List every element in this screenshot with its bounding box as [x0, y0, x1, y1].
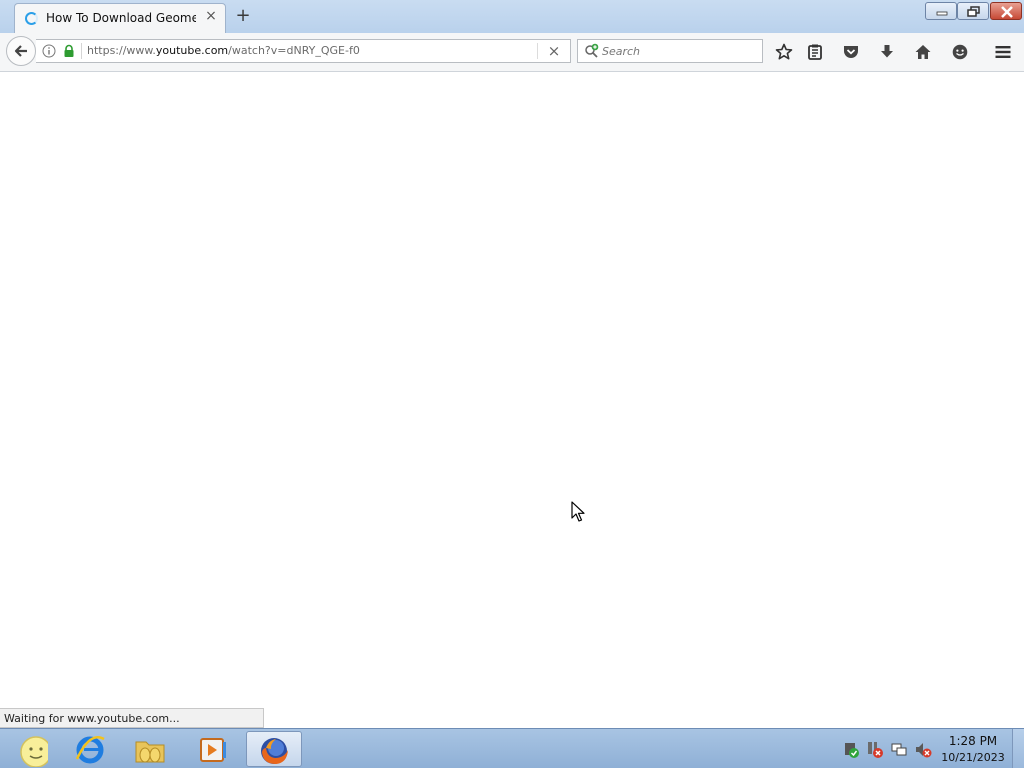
- clock-date[interactable]: 10/21/2023: [938, 751, 1008, 764]
- hello-chat-button[interactable]: [949, 41, 971, 63]
- loading-spinner-icon: [25, 12, 38, 25]
- status-text: Waiting for www.youtube.com...: [4, 712, 180, 725]
- taskbar-file-explorer[interactable]: [122, 731, 178, 767]
- reading-list-button[interactable]: [804, 41, 826, 63]
- menu-icon: [995, 46, 1011, 58]
- firefox-icon: [261, 738, 288, 764]
- lock-icon[interactable]: [62, 44, 76, 58]
- url-domain: youtube.com: [155, 44, 229, 57]
- url-divider: [81, 43, 82, 59]
- page-content[interactable]: [0, 72, 1024, 728]
- volume-muted-icon[interactable]: [914, 741, 932, 759]
- search-icon: [585, 43, 599, 58]
- mouse-cursor-icon: [571, 501, 585, 522]
- pocket-icon: [844, 46, 858, 58]
- restore-button[interactable]: [957, 2, 989, 20]
- network-error-icon[interactable]: [866, 741, 884, 759]
- close-icon: [1001, 6, 1013, 18]
- back-button[interactable]: [6, 36, 36, 66]
- folder-icon: [135, 741, 165, 763]
- search-box[interactable]: [577, 39, 763, 63]
- tab-youtube[interactable]: How To Download Geome... ×: [14, 3, 226, 33]
- address-bar[interactable]: https://www.youtube.com/watch?v=dNRY_QGE…: [36, 39, 571, 63]
- start-orb-icon: [20, 736, 48, 767]
- tab-title: How To Download Geome...: [46, 11, 196, 25]
- info-icon[interactable]: [42, 44, 56, 58]
- taskbar-media-player[interactable]: [184, 731, 240, 767]
- star-icon: [775, 43, 793, 60]
- downloads-button[interactable]: [876, 41, 898, 63]
- home-button[interactable]: [912, 41, 934, 63]
- minimize-icon: [936, 11, 948, 16]
- tab-close-button[interactable]: ×: [203, 8, 219, 24]
- restore-icon: [967, 6, 980, 17]
- minimize-button[interactable]: [925, 2, 957, 20]
- new-tab-button[interactable]: +: [233, 6, 253, 26]
- navigation-toolbar: https://www.youtube.com/watch?v=dNRY_QGE…: [0, 33, 1024, 72]
- open-menu-button[interactable]: [992, 41, 1014, 63]
- taskbar: 1:28 PM 10/21/2023: [0, 728, 1024, 768]
- stop-loading-button[interactable]: ×: [544, 41, 564, 61]
- close-window-button[interactable]: [990, 2, 1022, 20]
- clock-time[interactable]: 1:28 PM: [938, 734, 1008, 748]
- url-text[interactable]: https://www.youtube.com/watch?v=dNRY_QGE…: [87, 44, 360, 57]
- network-icon[interactable]: [890, 741, 908, 759]
- download-icon: [881, 45, 893, 58]
- reading-list-icon: [808, 44, 822, 60]
- url-prefix: https://www.: [87, 44, 156, 57]
- start-button[interactable]: [0, 731, 56, 767]
- show-desktop-button[interactable]: [1012, 729, 1024, 768]
- url-separator: [537, 43, 538, 59]
- taskbar-internet-explorer[interactable]: [62, 731, 118, 767]
- home-icon: [915, 45, 931, 59]
- status-panel: Waiting for www.youtube.com...: [0, 708, 264, 728]
- internet-explorer-icon: [75, 736, 105, 764]
- search-input[interactable]: [602, 43, 752, 59]
- bookmark-star-button[interactable]: [773, 41, 795, 63]
- title-bar: How To Download Geome... × +: [0, 0, 1024, 33]
- media-player-icon: [200, 738, 226, 762]
- chat-icon: [952, 44, 968, 60]
- taskbar-firefox[interactable]: [246, 731, 302, 767]
- security-icon[interactable]: [842, 741, 860, 759]
- pocket-button[interactable]: [840, 41, 862, 63]
- url-path: /watch?v=dNRY_QGE-f0: [228, 44, 360, 57]
- back-arrow-icon: [14, 45, 27, 57]
